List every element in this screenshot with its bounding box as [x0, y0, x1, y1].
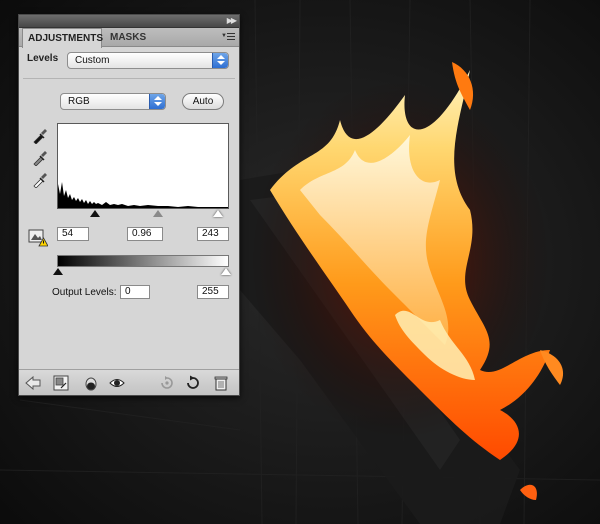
output-black-slider[interactable] [53, 268, 63, 275]
divider [23, 78, 235, 79]
input-black-slider[interactable] [90, 210, 100, 217]
gray-point-eyedropper-icon[interactable] [32, 150, 48, 166]
output-levels-track[interactable] [53, 267, 231, 277]
output-levels-gradient [57, 255, 229, 267]
updown-chevron-icon [212, 53, 228, 68]
channel-select[interactable]: RGB [60, 93, 166, 110]
double-chevron-right-icon[interactable]: ▶▶ [227, 15, 237, 27]
histogram [57, 123, 229, 209]
view-previous-state-icon[interactable] [159, 375, 175, 391]
output-black-field[interactable]: 0 [120, 285, 150, 299]
histogram-graph [58, 182, 228, 208]
tab-adjustments[interactable]: ADJUSTMENTS [22, 28, 103, 48]
input-gamma-field[interactable]: 0.96 [127, 227, 163, 241]
output-white-slider[interactable] [221, 268, 231, 275]
panel-menu-icon[interactable]: ▼ [221, 31, 235, 43]
panel-titlebar[interactable]: ▶▶ [19, 15, 239, 28]
input-white-slider[interactable] [213, 210, 223, 217]
input-black-field[interactable]: 54 [57, 227, 89, 241]
clip-to-layer-icon[interactable] [53, 375, 69, 391]
menu-line [227, 33, 235, 34]
black-point-eyedropper-icon[interactable] [32, 128, 48, 144]
reset-icon[interactable] [185, 375, 201, 391]
adjustments-panel: ▶▶ ADJUSTMENTS MASKS ▼ Levels Custom RGB… [18, 14, 240, 396]
channel-select-value: RGB [68, 96, 90, 107]
preset-select-value: Custom [75, 55, 110, 66]
input-levels-track[interactable] [57, 209, 229, 221]
clipping-warning-icon[interactable] [28, 229, 48, 247]
updown-chevron-icon [149, 94, 165, 109]
input-gamma-slider[interactable] [153, 210, 163, 217]
eye-icon[interactable] [109, 375, 125, 391]
output-white-field[interactable]: 255 [197, 285, 229, 299]
trash-icon[interactable] [213, 375, 229, 391]
panel-tabstrip: ADJUSTMENTS MASKS ▼ [19, 28, 239, 48]
back-arrow-icon[interactable] [25, 375, 41, 391]
preset-select[interactable]: Custom [67, 52, 229, 69]
tab-masks[interactable]: MASKS [105, 28, 151, 47]
auto-button[interactable]: Auto [182, 93, 224, 110]
output-levels-label: Output Levels: [52, 287, 117, 298]
white-point-eyedropper-icon[interactable] [32, 172, 48, 188]
input-white-field[interactable]: 243 [197, 227, 229, 241]
menu-line [227, 36, 235, 37]
layer-visibility-toggle-icon[interactable] [83, 375, 99, 391]
menu-line [227, 39, 235, 40]
levels-label: Levels [27, 53, 59, 64]
panel-toolbar [19, 369, 239, 395]
